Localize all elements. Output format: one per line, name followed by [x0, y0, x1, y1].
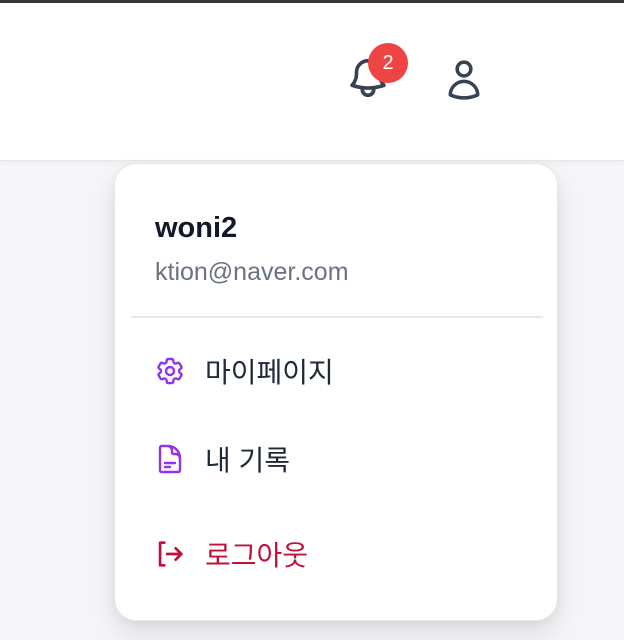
gear-icon [153, 354, 187, 388]
menu-divider [131, 316, 543, 318]
user-name: woni2 [155, 212, 238, 244]
notification-badge: 2 [368, 43, 408, 83]
menu-item-logout-label: 로그아웃 [205, 540, 309, 571]
document-icon [153, 442, 187, 476]
menu-item-logout[interactable]: 로그아웃 [143, 522, 531, 586]
menu-item-my-records[interactable]: 내 기록 [143, 427, 531, 491]
user-menu-button[interactable] [438, 56, 490, 108]
top-header [0, 3, 624, 161]
user-icon [442, 58, 486, 107]
menu-item-mypage[interactable]: 마이페이지 [143, 339, 531, 403]
menu-item-my-records-label: 내 기록 [205, 445, 291, 476]
logout-icon [153, 537, 187, 571]
user-dropdown-menu: woni2 ktion@naver.com 마이페이지 내 기록 로그아웃 [114, 163, 558, 621]
user-email: ktion@naver.com [155, 258, 349, 286]
menu-item-mypage-label: 마이페이지 [205, 357, 334, 388]
